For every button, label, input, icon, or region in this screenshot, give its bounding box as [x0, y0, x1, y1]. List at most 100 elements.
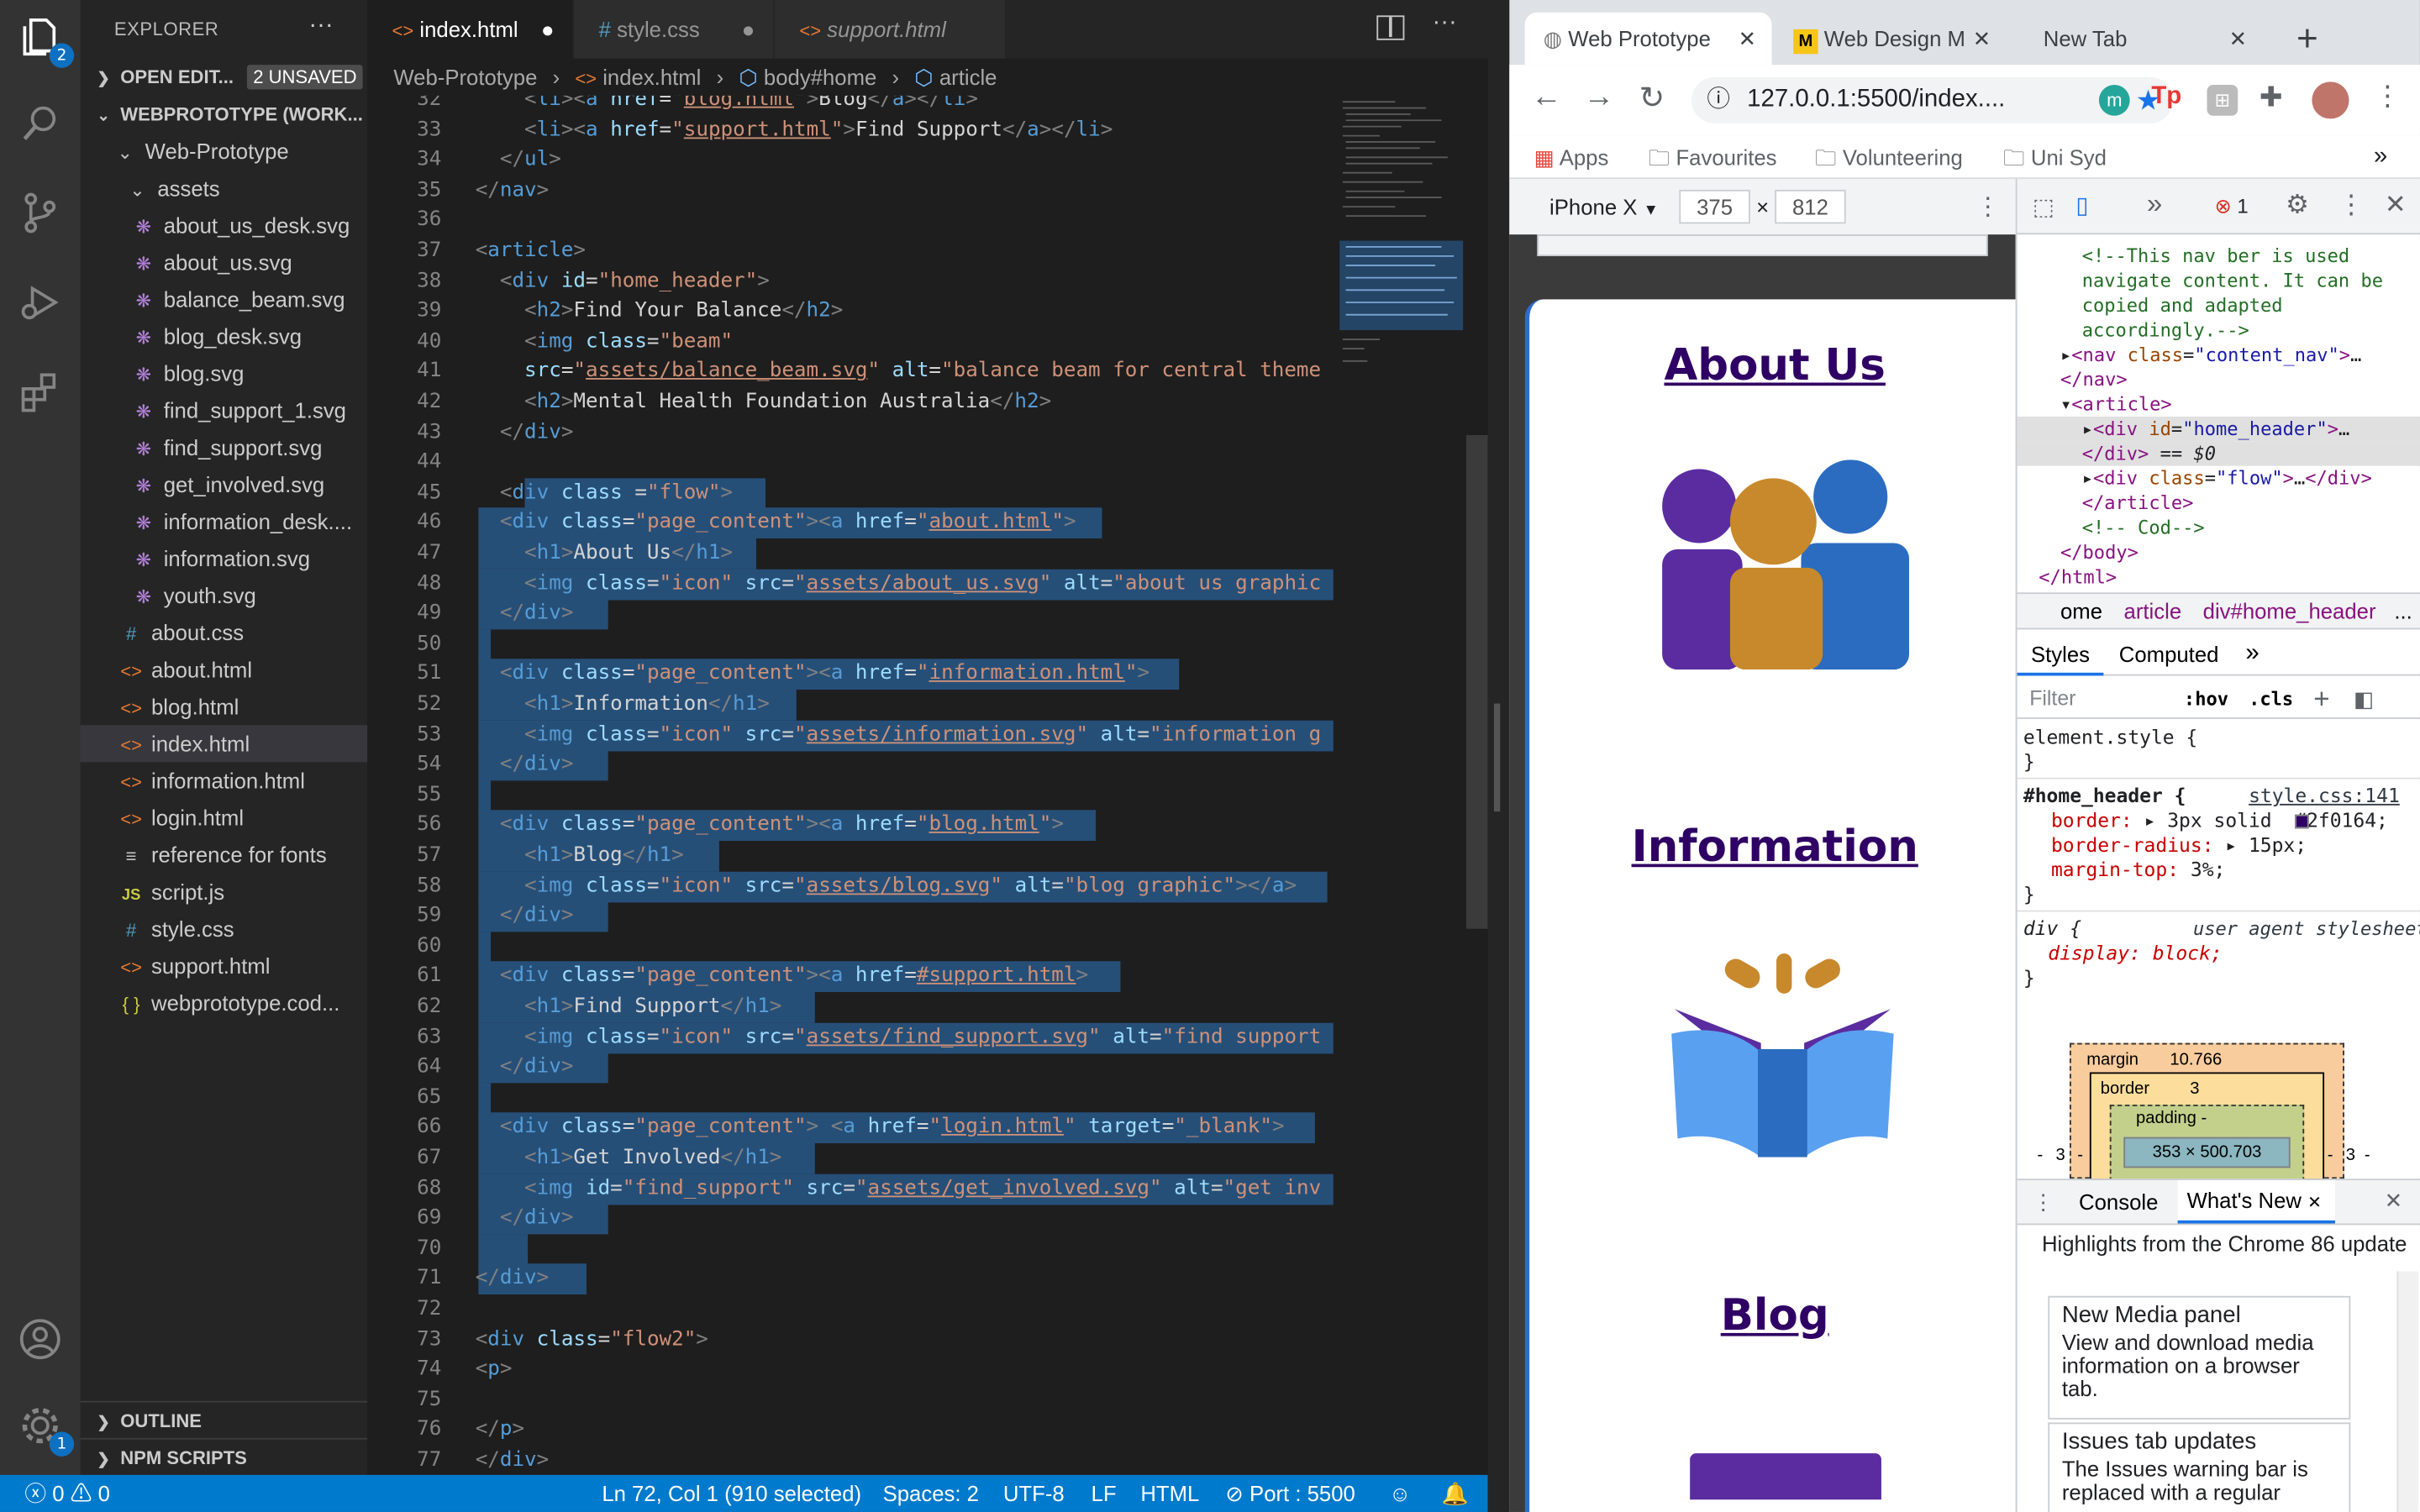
dom-node[interactable]: </article> — [2018, 491, 2420, 515]
code-line[interactable]: </p> — [476, 1415, 524, 1446]
file-item[interactable]: <> support.html — [81, 948, 368, 984]
code-line[interactable]: <div class ="flow"> — [476, 478, 733, 509]
color-swatch[interactable] — [2295, 814, 2309, 829]
file-item[interactable]: ❋ about_us_desk.svg — [81, 207, 368, 244]
page-heading-about[interactable]: About Us — [1529, 339, 2016, 391]
browser-tab-new-tab[interactable]: New Tab ✕ — [2025, 13, 2263, 65]
file-item[interactable]: ❋ information_desk.... — [81, 503, 368, 540]
extension-tp-icon[interactable]: Tp — [2151, 83, 2181, 111]
file-item[interactable]: # about.css — [81, 614, 368, 651]
blog-graphic[interactable] — [1690, 1453, 1881, 1500]
media-query-bar[interactable] — [1537, 234, 1988, 256]
css-property[interactable]: margin-top: 3%; — [2051, 858, 2225, 882]
code-line[interactable]: <h1>About Us</h1> — [476, 538, 733, 570]
code-line[interactable]: <h1>Get Involved</h1> — [476, 1143, 781, 1174]
code-line[interactable]: <article> — [476, 236, 586, 267]
kebab-menu-icon[interactable]: ⋮ — [2338, 190, 2365, 221]
rule-source-link[interactable]: style.css:141 — [2249, 784, 2400, 808]
tab-style-css[interactable]: # style.css ● — [574, 0, 776, 59]
file-item[interactable]: # style.css — [81, 911, 368, 948]
breadcrumb-item[interactable]: body#home — [764, 65, 876, 89]
bookmark-volunteering[interactable]: 🗀 Volunteering — [1815, 136, 1963, 179]
dom-node[interactable]: </body> — [2018, 540, 2420, 564]
split-editor-icon[interactable] — [1376, 15, 1405, 40]
code-line[interactable]: </div> — [476, 599, 574, 630]
tab-computed[interactable]: Computed — [2119, 633, 2219, 675]
code-line[interactable]: </div> — [476, 417, 574, 449]
dom-node[interactable]: </div> == $0 — [2017, 441, 2420, 466]
browser-tab-web-design[interactable]: M Web Design M ✕ — [1775, 12, 2007, 66]
file-item[interactable]: <> login.html — [81, 799, 368, 836]
toggle-sidebar-icon[interactable]: ◧ — [2354, 679, 2374, 719]
close-icon[interactable]: ✕ — [1966, 12, 1991, 66]
code-line[interactable]: <img class="icon" src="assets/blog.svg" … — [476, 871, 1297, 902]
page-heading-information[interactable]: Information — [1529, 821, 2016, 872]
breadcrumb-item[interactable]: Web-Prototype — [393, 65, 537, 89]
dom-crumb[interactable]: ome — [2060, 599, 2102, 623]
page-heading-blog[interactable]: Blog — [1529, 1289, 2016, 1341]
tab-styles[interactable]: Styles — [2017, 633, 2104, 676]
code-line[interactable]: <h2>Mental Health Foundation Australia</… — [476, 387, 1051, 418]
bookmark-favourites[interactable]: 🗀 Favourites — [1649, 136, 1777, 179]
minimap[interactable] — [1333, 95, 1466, 1475]
code-line[interactable]: <li><a href="blog.html">Blog</a></li> — [476, 96, 978, 116]
code-line[interactable]: <div class="page_content"><a href="blog.… — [476, 811, 1064, 842]
css-property[interactable]: border-radius: ▸ 15px; — [2051, 833, 2307, 858]
tab-index-html[interactable]: <> index.html ● — [367, 0, 575, 59]
close-icon[interactable]: ✕ — [2307, 1194, 2322, 1213]
dom-node[interactable]: ▸<div id="home_header">… — [2017, 416, 2420, 442]
tab-support-html[interactable]: <> support.html — [775, 0, 1007, 59]
line-ending[interactable]: LF — [1092, 1475, 1117, 1512]
about-us-graphic[interactable] — [1659, 459, 1909, 670]
dom-node[interactable]: copied and adapted — [2018, 293, 2420, 318]
more-bookmarks-icon[interactable]: » — [2374, 136, 2387, 179]
device-toggle-icon[interactable]: ▯ — [2075, 192, 2088, 219]
code-line[interactable]: </nav> — [476, 176, 550, 207]
back-arrow-icon[interactable]: ← — [1531, 81, 1562, 116]
hov-toggle[interactable]: :hov — [2184, 679, 2228, 719]
editor-scrollbar[interactable] — [1465, 95, 1488, 1475]
file-item[interactable]: JS script.js — [81, 874, 368, 911]
box-model-content[interactable]: 353 × 500.703 — [2123, 1137, 2291, 1168]
drawer-menu-icon[interactable]: ⋮ — [2033, 1189, 2054, 1215]
indentation[interactable]: Spaces: 2 — [883, 1475, 979, 1512]
open-editors-section[interactable]: ❯ OPEN EDIT... 2 UNSAVED — [81, 59, 368, 96]
code-line[interactable]: <h1>Blog</h1> — [476, 841, 684, 872]
code-line[interactable]: <h1>Information</h1> — [476, 690, 770, 721]
breadcrumb-item[interactable]: article — [939, 65, 997, 89]
account-icon[interactable] — [15, 1315, 65, 1364]
dom-node[interactable]: ▸<nav class="content_nav">… — [2018, 343, 2420, 367]
code-line[interactable]: </div> — [476, 901, 574, 932]
encoding[interactable]: UTF-8 — [1003, 1475, 1065, 1512]
more-tabs-icon[interactable]: » — [2245, 633, 2259, 675]
folder-item[interactable]: ⌄ Web-Prototype — [81, 133, 368, 170]
code-line[interactable]: </div> — [476, 750, 574, 781]
info-icon[interactable]: ⓘ — [1707, 77, 1730, 123]
code-line[interactable]: <div id="home_header"> — [476, 266, 770, 297]
code-line[interactable]: <div class="page_content"><a href=#suppo… — [476, 962, 1088, 993]
file-item[interactable]: ❋ find_support.svg — [81, 429, 368, 466]
dom-crumb[interactable]: div#home_header — [2203, 599, 2376, 623]
dom-node[interactable]: navigate content. It can be — [2018, 269, 2420, 293]
breadcrumb-item[interactable]: index.html — [602, 65, 701, 89]
file-item[interactable]: ❋ youth.svg — [81, 577, 368, 614]
settings-gear-icon[interactable]: ⚙ — [2286, 190, 2309, 221]
file-item[interactable]: <> blog.html — [81, 688, 368, 725]
device-select[interactable]: iPhone X ▼ — [1549, 194, 1659, 218]
feedback-icon[interactable]: ☺ — [1389, 1475, 1411, 1512]
file-item[interactable]: ❋ balance_beam.svg — [81, 281, 368, 318]
outline-section[interactable]: ❯ OUTLINE — [80, 1400, 368, 1438]
extensions-icon[interactable] — [15, 367, 65, 417]
close-icon[interactable]: ✕ — [2385, 190, 2407, 221]
profile-avatar[interactable] — [2312, 81, 2349, 119]
code-line[interactable]: </div> — [476, 1446, 550, 1475]
more-actions-icon[interactable]: ··· — [1432, 9, 1456, 37]
code-line[interactable]: <p> — [476, 1355, 513, 1386]
notifications-bell-icon[interactable]: 🔔 — [1441, 1475, 1468, 1512]
file-item[interactable]: ≡ reference for fonts — [81, 836, 368, 873]
npm-scripts-section[interactable]: ❯ NPM SCRIPTS — [80, 1437, 368, 1475]
tab-whats-new[interactable]: What's New ✕ — [2177, 1180, 2335, 1224]
cursor-position[interactable]: Ln 72, Col 1 (910 selected) — [602, 1475, 861, 1512]
code-line[interactable]: </ul> — [476, 145, 561, 176]
close-drawer-icon[interactable]: ✕ — [2385, 1188, 2403, 1214]
